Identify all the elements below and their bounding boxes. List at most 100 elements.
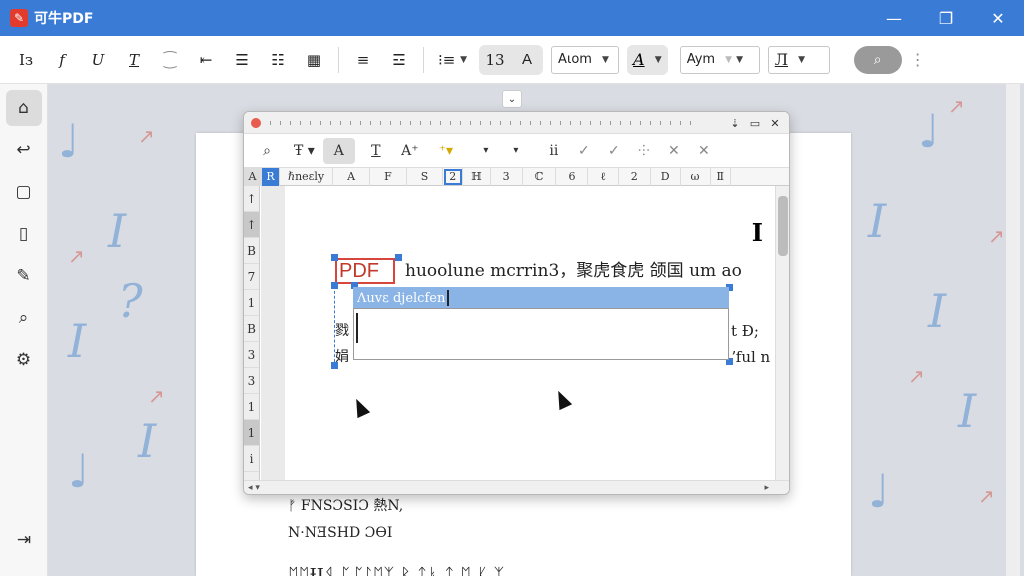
style-select[interactable]: Л ▼ [767,45,830,74]
font-family-select[interactable]: Aιom ▼ [551,45,620,74]
align-center-icon[interactable]: ☰ [226,44,258,76]
right-side-text: t Đ; ʼful n [731,322,771,366]
selection-handle[interactable] [331,254,338,261]
maximize-button[interactable]: ❐ [920,0,972,36]
more1-icon[interactable]: ▾ [473,138,499,164]
tab-item[interactable]: R [262,167,280,186]
editor-canvas[interactable]: huoolune mcrrin3，聚虎食虎 颌国 um ao PDF I Λuv… [285,186,777,482]
tab-item[interactable]: A [333,167,371,186]
text-size-icon[interactable]: Ŧ ▾ [290,138,319,164]
align-left-icon[interactable]: ⇤ [190,44,222,76]
paragraph-icon[interactable]: ☲ [383,44,415,76]
list-icon[interactable]: ⁝≡ ▼ [432,44,473,76]
tab-item-active[interactable]: 2 [443,167,464,186]
search-button[interactable]: ⌕ [853,45,902,74]
strike-icon[interactable]: T [118,44,150,76]
page-icon[interactable]: ▯ [6,216,42,252]
editor-maximize-icon[interactable]: ▭ [745,114,765,132]
tab-item[interactable]: ℍ [463,167,491,186]
chevron-down-icon: ▼ [460,54,468,65]
gutter-mark: i [244,446,259,472]
gutter-mark: 3 [244,368,259,394]
background-arrow-icon: ↗ [138,124,155,148]
background-pattern-icon: ♩ [918,104,940,158]
font-icon[interactable]: A [322,137,355,164]
tab-item[interactable]: 2 [619,167,651,186]
editor-pin-icon[interactable]: ⇣ [725,114,745,132]
tab-item[interactable]: ω [681,167,711,186]
text-input-box[interactable] [353,308,729,360]
window-controls: — ❐ ✕ [868,0,1024,36]
style-icon[interactable]: A⁺ [397,138,423,164]
hand-icon[interactable]: ↩ [6,132,42,168]
gutter-mark: 1 [244,290,259,316]
tab-item[interactable]: F [370,167,407,186]
check2-icon[interactable]: ✓ [601,138,627,164]
editor-close-icon[interactable]: ✕ [765,114,785,132]
zoom-icon[interactable]: ⌕ [254,138,280,164]
check-icon[interactable]: ✓ [571,138,597,164]
tab-item[interactable]: Ⅱ [711,167,732,186]
more2-icon[interactable]: ▾ [503,138,529,164]
gutter-mark: B [244,238,259,264]
settings-icon[interactable]: ⚙ [6,342,42,378]
home-icon[interactable]: ⌂ [5,90,42,126]
selected-text-field[interactable]: Λuvε djelcfen [353,287,729,309]
toolbar-divider [338,46,339,73]
left-side-text: 戮 娟 [335,323,349,365]
font-size-value[interactable]: 13 [479,44,511,76]
gutter-mark: 1 [244,394,259,420]
more-icon[interactable]: ⋮ [910,50,926,69]
text-tool-icon[interactable]: T [363,138,389,164]
tab-item[interactable]: 6 [556,167,589,186]
chevron-down-icon[interactable]: ⌄ [502,90,522,108]
highlight-icon[interactable]: ⁺▾ [433,138,459,164]
gutter-mark: ↑ [244,212,259,238]
scroll-right-icon[interactable]: ▸ [764,483,769,493]
editor-horizontal-scrollbar[interactable]: ◂ ▾ ▸ [244,480,789,494]
tab-item[interactable]: ℓ [588,167,619,186]
italic-f-icon[interactable]: f [46,44,78,76]
gutter-mark: 3 [244,342,259,368]
font-a-button[interactable]: A [511,44,543,76]
find-icon[interactable]: ⌕ [6,300,42,336]
font-color-select[interactable]: A ▼ [627,44,668,75]
grid-icon[interactable]: ⸭ [631,138,657,164]
scroll-left-icon[interactable]: ◂ ▾ [248,483,260,493]
tab-item[interactable]: A [244,167,262,186]
text-style-icon[interactable]: Iз [10,44,42,76]
background-pattern-icon: ♩ [868,464,890,518]
align-indent-icon[interactable]: ⁐ [154,44,186,76]
mouse-cursor-icon [551,387,573,411]
editor-close-dot[interactable] [251,118,261,128]
justify-icon[interactable]: ▦ [298,44,330,76]
scrollbar-thumb[interactable] [778,196,788,256]
minimize-button[interactable]: — [868,0,920,36]
underline-icon[interactable]: U [82,44,114,76]
editor-big-letter: I [751,218,763,247]
tab-item[interactable]: ℂ [523,167,557,186]
close-button[interactable]: ✕ [972,0,1024,36]
tab-item[interactable]: 3 [491,167,523,186]
edit-icon[interactable]: ✎ [6,258,42,294]
comment-icon[interactable]: ▢ [6,174,42,210]
pdf-text-box[interactable]: PDF [335,258,395,284]
cross-icon[interactable]: ✕ [661,138,687,164]
align-right-icon[interactable]: ☷ [262,44,294,76]
editor-vertical-scrollbar[interactable] [775,186,789,482]
tab-item[interactable]: D [651,167,681,186]
editor-title-bar[interactable]: ⇣ ▭ ✕ [244,112,789,134]
fit-icon[interactable]: ⅱ [541,138,567,164]
tab-item[interactable]: S [407,167,444,186]
collapse-sidebar-icon[interactable]: ⇥ [6,522,42,558]
tab-item[interactable]: ℏneɛly [280,167,334,186]
search-icon: ⌕ [873,51,882,68]
line-spacing-icon[interactable]: ≡ [347,44,379,76]
close-tool-icon[interactable]: ✕ [691,138,717,164]
background-arrow-icon: ↗ [948,94,965,118]
font-family-select-2[interactable]: Aym ▼ ▼ [679,45,760,74]
selection-handle[interactable] [395,254,402,261]
workspace-scrollbar[interactable] [1006,84,1020,576]
page-text-line: ᛖᛖƗIᛩ ᛈᛢᛇᛖᛉ ᛒ ᛏᛓ ᛏ ᛖ ᛕ ᛉ [288,565,505,576]
editor-ruler [270,121,700,125]
